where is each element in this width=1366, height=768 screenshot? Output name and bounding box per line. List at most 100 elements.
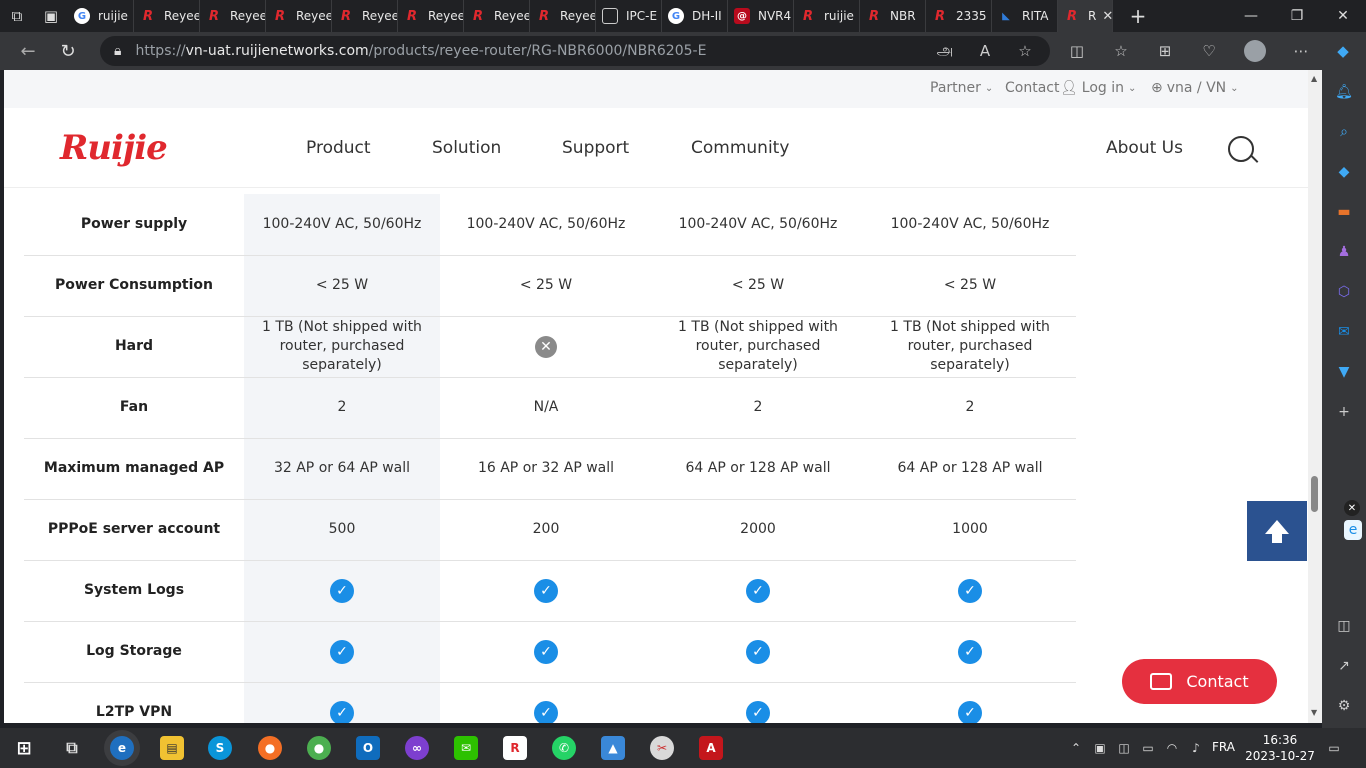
search-sidebar-icon[interactable]: ⌕: [1334, 122, 1354, 142]
tray-network-icon[interactable]: ◫: [1112, 736, 1136, 760]
back-to-top-button[interactable]: [1247, 501, 1307, 561]
drop-icon[interactable]: ▼: [1334, 362, 1354, 382]
browser-tab[interactable]: R R ✕: [1058, 0, 1113, 32]
search-icon[interactable]: [1228, 136, 1254, 162]
scroll-down-icon[interactable]: ▼: [1311, 708, 1317, 717]
more-icon[interactable]: ⋯: [1286, 36, 1316, 66]
tray-wifi-icon[interactable]: ◠: [1160, 736, 1184, 760]
back-icon[interactable]: ←: [8, 32, 48, 70]
browser-tab[interactable]: R Reyee: [530, 0, 596, 32]
chrome-icon[interactable]: ●: [307, 736, 331, 760]
spec-cell: 1 TB (Not shipped with router, purchased…: [864, 316, 1076, 378]
browser-tab[interactable]: ◣ RITA: [992, 0, 1058, 32]
tray-volume-icon[interactable]: ♪: [1184, 736, 1208, 760]
browser-tab[interactable]: R Reyee: [332, 0, 398, 32]
table-row: System Logs ✓ ✓ ✓ ✓: [24, 560, 1076, 622]
wechat-icon[interactable]: ✉: [454, 736, 478, 760]
region-menu[interactable]: ⊕ vna / VN ⌄: [1151, 80, 1239, 96]
browser-tab[interactable]: @ NVR4: [728, 0, 794, 32]
browser-tab[interactable]: R NBR: [860, 0, 926, 32]
tab-label: NBR: [890, 9, 916, 23]
split-screen-icon[interactable]: ◫: [1062, 36, 1092, 66]
collections-icon[interactable]: ⊞: [1150, 36, 1180, 66]
browser-tab[interactable]: Gruijie: [68, 0, 134, 32]
file-explorer-icon[interactable]: ▤: [160, 736, 184, 760]
new-tab-icon[interactable]: +: [1121, 0, 1155, 32]
ext-close-icon[interactable]: ✕: [1344, 500, 1360, 516]
tools-icon[interactable]: ▬: [1334, 202, 1354, 222]
profile-icon[interactable]: [1240, 36, 1270, 66]
add-icon[interactable]: +: [1334, 402, 1354, 422]
browser-tab[interactable]: R Reyee: [200, 0, 266, 32]
photos-icon[interactable]: ▲: [601, 736, 625, 760]
copilot-icon[interactable]: ◆: [1328, 36, 1358, 66]
favorite-icon[interactable]: ☆: [1010, 36, 1040, 66]
ruijie-app-icon[interactable]: R: [503, 736, 527, 760]
close-window-icon[interactable]: ✕: [1320, 0, 1366, 32]
games-icon[interactable]: ♟: [1334, 242, 1354, 262]
nav-community[interactable]: Community: [691, 138, 789, 158]
whatsapp-icon[interactable]: ✆: [552, 736, 576, 760]
bell-icon[interactable]: 🔔︎: [1334, 82, 1354, 102]
scroll-thumb[interactable]: [1311, 476, 1318, 512]
page-scrollbar[interactable]: ▲ ▼: [1308, 70, 1322, 723]
ruijie-favicon-icon: R: [538, 8, 549, 24]
skype-icon[interactable]: S: [208, 736, 232, 760]
favorites-icon[interactable]: ☆: [1106, 36, 1136, 66]
tray-language[interactable]: FRA: [1212, 740, 1235, 754]
firefox-icon[interactable]: ●: [258, 736, 282, 760]
scroll-up-icon[interactable]: ▲: [1311, 74, 1317, 83]
close-tab-icon[interactable]: ✕: [1102, 9, 1112, 24]
tab-actions-icon[interactable]: ▣: [34, 0, 68, 32]
notification-icon[interactable]: ▭: [1322, 736, 1346, 760]
start-icon[interactable]: ⊞: [12, 736, 36, 760]
translate-icon[interactable]: அ: [930, 36, 960, 66]
login-menu[interactable]: 👤︎ Log in ⌄: [1060, 80, 1136, 96]
snipping-icon[interactable]: ✂: [650, 736, 674, 760]
ext-e-icon[interactable]: e: [1344, 520, 1362, 540]
read-aloud-icon[interactable]: A: [970, 36, 1000, 66]
sidebar-layout-icon[interactable]: ◫: [1334, 616, 1354, 636]
browser-tab[interactable]: R Reyee: [134, 0, 200, 32]
browser-tab[interactable]: R Reyee: [398, 0, 464, 32]
task-view-icon[interactable]: ⧉: [60, 736, 84, 760]
url-field[interactable]: 🔒︎ https://vn-uat.ruijienetworks.com/pro…: [100, 36, 1050, 66]
contact-link[interactable]: Contact: [1005, 80, 1059, 96]
spec-cell: < 25 W: [244, 255, 440, 317]
refresh-icon[interactable]: ↻: [48, 32, 88, 70]
tray-chevron-icon[interactable]: ⌃: [1064, 736, 1088, 760]
tray-battery-icon[interactable]: ▭: [1136, 736, 1160, 760]
m365-icon[interactable]: ⬡: [1334, 282, 1354, 302]
minimize-icon[interactable]: —: [1228, 0, 1274, 32]
tray-security-icon[interactable]: ▣: [1088, 736, 1112, 760]
workspaces-icon[interactable]: ⧉: [0, 0, 34, 32]
browser-tab[interactable]: R 2335: [926, 0, 992, 32]
restore-icon[interactable]: ❐: [1274, 0, 1320, 32]
tray-clock[interactable]: 16:36 2023-10-27: [1240, 732, 1320, 764]
app-purple-icon[interactable]: ∞: [405, 736, 429, 760]
nav-about[interactable]: About Us: [1106, 138, 1183, 158]
browser-tab[interactable]: R Reyee: [266, 0, 332, 32]
outlook-taskbar-icon[interactable]: O: [356, 736, 380, 760]
performance-icon[interactable]: ♡: [1194, 36, 1224, 66]
browser-tab[interactable]: R Reyee: [464, 0, 530, 32]
nav-solution[interactable]: Solution: [432, 138, 501, 158]
nav-support[interactable]: Support: [562, 138, 629, 158]
browser-tab[interactable]: G DH-II: [662, 0, 728, 32]
contact-button[interactable]: Contact: [1122, 659, 1277, 704]
ruijie-logo[interactable]: Ruijie: [60, 128, 168, 168]
tab-label: Reyee: [296, 9, 332, 23]
shopping-icon[interactable]: ◆: [1334, 162, 1354, 182]
check-icon: ✓: [534, 578, 558, 603]
outlook-icon[interactable]: ✉: [1334, 322, 1354, 342]
settings-icon[interactable]: ⚙: [1334, 696, 1354, 716]
open-external-icon[interactable]: ↗: [1334, 656, 1354, 676]
nav-product[interactable]: Product: [306, 138, 371, 158]
partner-menu[interactable]: Partner ⌄: [930, 80, 993, 96]
browser-tab[interactable]: Rruijie: [794, 0, 860, 32]
browser-tab[interactable]: IPC-E: [596, 0, 662, 32]
edge-icon[interactable]: e: [110, 736, 134, 760]
utility-nav: Partner ⌄ Contact 👤︎ Log in ⌄ ⊕ vna / VN ⌄: [4, 70, 1308, 108]
spec-cell: N/A: [440, 377, 652, 439]
acrobat-icon[interactable]: A: [699, 736, 723, 760]
